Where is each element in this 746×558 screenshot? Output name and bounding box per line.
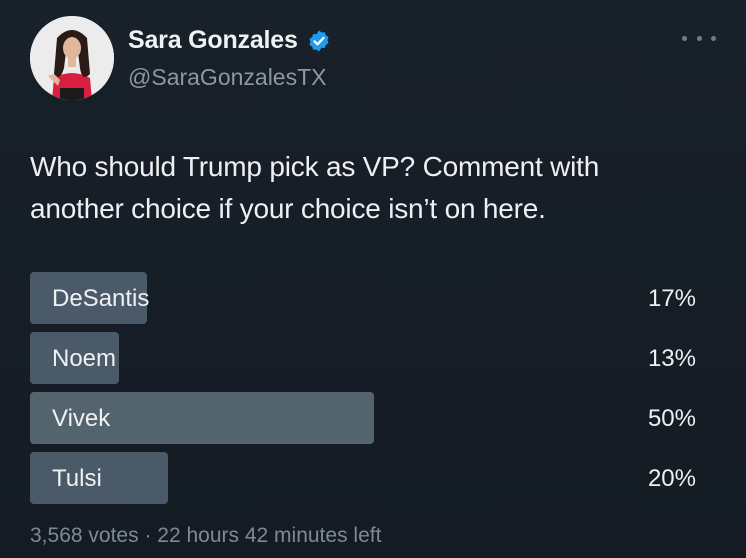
poll-option-percent: 17% <box>647 285 696 312</box>
poll-option-noem[interactable]: Noem 13% <box>30 332 700 384</box>
poll-option-label: Noem <box>52 345 117 372</box>
more-dot <box>696 35 702 41</box>
verified-badge-icon <box>307 29 331 53</box>
poll-option-percent: 50% <box>647 405 696 432</box>
poll-meta: 3,568 votes · 22 hours 42 minutes left <box>30 524 381 548</box>
poll-option-tulsi[interactable]: Tulsi 20% <box>30 452 700 504</box>
poll-time-left: 22 hours 42 minutes left <box>157 524 382 547</box>
poll-option-percent: 13% <box>647 345 696 372</box>
poll-option-label: DeSantis <box>52 285 150 312</box>
poll-option-desantis[interactable]: DeSantis 17% <box>30 272 700 324</box>
author-display-name[interactable]: Sara Gonzales <box>128 26 298 55</box>
tweet-card: Sara Gonzales @SaraGonzalesTX Who should… <box>0 0 746 558</box>
more-dot <box>682 35 687 41</box>
poll-option-vivek[interactable]: Vivek 50% <box>30 392 700 444</box>
author-name-row: Sara Gonzales <box>128 26 331 55</box>
tweet-text-line-1: Who should Trump pick as VP? Comment wit… <box>30 151 600 182</box>
more-options-icon[interactable] <box>682 28 716 48</box>
tweet-text-line-2: another choice if your choice isn’t on h… <box>30 193 546 224</box>
poll-option-label: Vivek <box>52 405 111 432</box>
poll: DeSantis 17% Noem 13% Vivek 50% Tulsi 20… <box>30 272 700 512</box>
avatar-photo <box>30 16 114 100</box>
poll-vote-count: 3,568 votes <box>30 524 139 547</box>
author-handle[interactable]: @SaraGonzalesTX <box>128 64 327 91</box>
meta-separator: · <box>144 524 152 547</box>
more-dot <box>711 35 716 41</box>
poll-option-percent: 20% <box>647 465 696 492</box>
avatar[interactable] <box>30 16 114 100</box>
tweet-text: Who should Trump pick as VP? Comment wit… <box>30 146 720 230</box>
poll-option-label: Tulsi <box>52 465 102 492</box>
